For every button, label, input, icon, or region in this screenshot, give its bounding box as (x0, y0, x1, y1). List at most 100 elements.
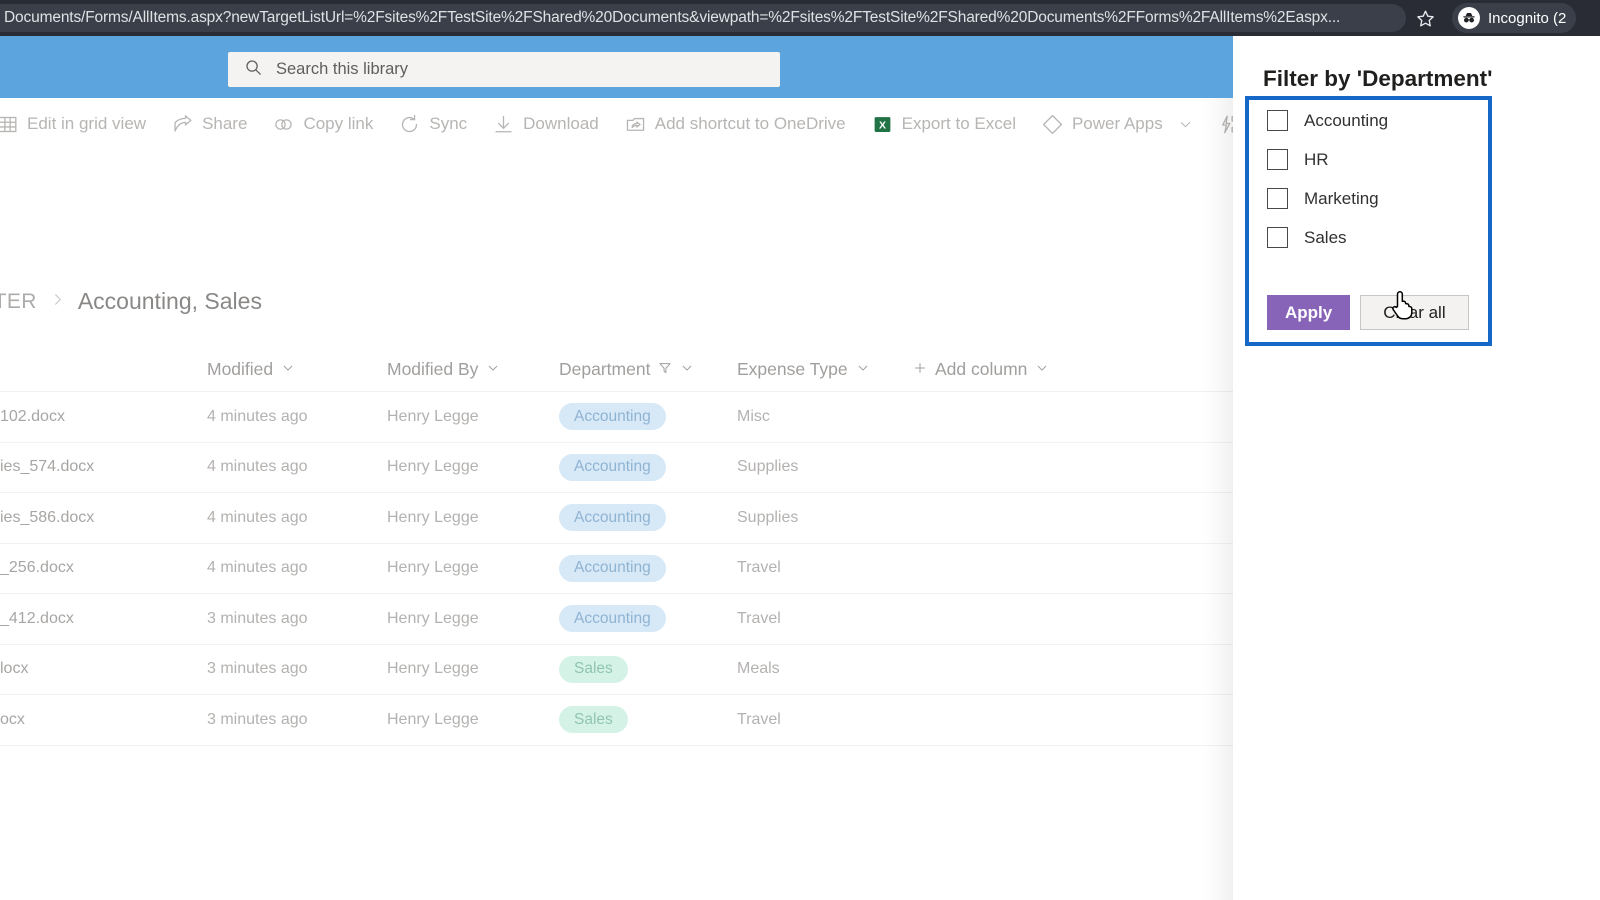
cell-expense-type: Travel (737, 559, 781, 577)
chevron-down-icon[interactable] (680, 359, 694, 380)
column-header-modified-by[interactable]: Modified By (387, 359, 559, 380)
chevron-down-icon[interactable] (1178, 117, 1193, 132)
table-row[interactable]: locx 3 minutes ago Henry Legge Sales Meals (0, 645, 1233, 695)
filter-panel-actions: Apply Clear all (1267, 295, 1469, 330)
chevron-down-icon[interactable] (486, 359, 500, 380)
cell-modified: 4 minutes ago (207, 407, 308, 425)
sync-icon (399, 114, 420, 135)
search-icon (244, 58, 263, 82)
table-header-row: Modified Modified By Department Expense … (0, 348, 1233, 392)
filter-option-label: Marketing (1304, 188, 1379, 208)
breadcrumb-root[interactable]: ETTER (0, 290, 37, 314)
cell-file-name[interactable]: 102.docx (0, 408, 207, 426)
column-header-modified[interactable]: Modified (207, 359, 387, 380)
toolbar-power-apps[interactable]: Power Apps (1029, 104, 1206, 144)
table-row[interactable]: ies_574.docx 4 minutes ago Henry Legge Acco… (0, 443, 1233, 493)
column-label: Modified (207, 359, 274, 379)
cell-expense-type: Misc (737, 407, 770, 425)
filter-option-accounting[interactable]: Accounting (1267, 110, 1388, 131)
chevron-down-icon[interactable] (856, 359, 870, 380)
breadcrumb: ETTER Accounting, Sales (0, 288, 262, 315)
column-label: Expense Type (737, 359, 848, 379)
apply-button[interactable]: Apply (1267, 295, 1351, 330)
toolbar-share[interactable]: Share (159, 104, 260, 144)
cell-modified-by: Henry Legge (387, 710, 479, 728)
cell-department: Accounting (559, 554, 737, 582)
cell-expense-type: Travel (737, 710, 781, 728)
cell-modified: 4 minutes ago (207, 458, 308, 476)
filter-funnel-icon[interactable] (658, 359, 672, 380)
cell-file-name[interactable]: ies_586.docx (0, 509, 207, 527)
cell-modified-by: Henry Legge (387, 458, 479, 476)
toolbar-label: Share (202, 114, 248, 133)
filter-option-label: Accounting (1304, 110, 1389, 130)
cell-department: Accounting (559, 605, 737, 633)
toolbar-download[interactable]: Download (480, 104, 612, 144)
cell-modified: 3 minutes ago (207, 660, 308, 678)
cell-modified: 3 minutes ago (207, 609, 308, 627)
chevron-down-icon[interactable] (1035, 359, 1049, 380)
checkbox-icon[interactable] (1267, 188, 1288, 209)
checkbox-icon[interactable] (1267, 110, 1288, 131)
address-bar-url: Documents/Forms/AllItems.aspx?newTargetL… (4, 9, 1341, 26)
department-pill: Accounting (559, 453, 666, 481)
cell-file-name[interactable]: locx (0, 660, 207, 678)
toolbar-add-shortcut-to-onedrive[interactable]: Add shortcut to OneDrive (612, 104, 859, 144)
cell-department: Accounting (559, 403, 737, 431)
filter-option-marketing[interactable]: Marketing (1267, 188, 1388, 209)
browser-toolbar: Documents/Forms/AllItems.aspx?newTargetL… (0, 0, 1600, 36)
address-bar[interactable]: Documents/Forms/AllItems.aspx?newTargetL… (0, 4, 1406, 32)
toolbar-label: Sync (429, 114, 468, 133)
department-pill: Accounting (559, 403, 666, 431)
table-row[interactable]: ocx 3 minutes ago Henry Legge Sales Travel (0, 695, 1233, 746)
toolbar-edit-in-grid-view[interactable]: Edit in grid view (0, 104, 159, 144)
incognito-label: Incognito (2 (1488, 9, 1567, 27)
toolbar-copy-link[interactable]: Copy link (260, 104, 386, 144)
column-label: Department (559, 359, 651, 379)
toolbar-sync[interactable]: Sync (386, 104, 480, 144)
clear-all-button[interactable]: Clear all (1360, 295, 1469, 330)
cell-file-name[interactable]: ies_574.docx (0, 458, 207, 476)
toolbar-export-to-excel[interactable]: X Export to Excel (859, 104, 1029, 144)
cell-expense-type: Travel (737, 609, 781, 627)
department-pill: Accounting (559, 504, 666, 532)
excel-icon: X (872, 114, 893, 135)
table-row[interactable]: _256.docx 4 minutes ago Henry Legge Account… (0, 544, 1233, 594)
download-icon (493, 114, 514, 135)
cell-department: Accounting (559, 504, 737, 532)
bookmark-star-icon[interactable] (1412, 6, 1438, 30)
cell-modified: 4 minutes ago (207, 508, 308, 526)
grid-icon (0, 114, 18, 135)
table-body: 102.docx 4 minutes ago Henry Legge Accounti… (0, 392, 1233, 746)
department-pill: Accounting (559, 554, 666, 582)
column-header-department[interactable]: Department (559, 359, 737, 380)
table-row[interactable]: _412.docx 3 minutes ago Henry Legge Account… (0, 594, 1233, 645)
search-input[interactable]: Search this library (228, 52, 780, 87)
chevron-down-icon[interactable] (281, 359, 295, 380)
toolbar-label: Power Apps (1071, 114, 1163, 133)
cell-modified-by: Henry Legge (387, 559, 479, 577)
cell-file-name[interactable]: ocx (0, 711, 207, 729)
cell-modified-by: Henry Legge (387, 609, 479, 627)
toolbar-label: Edit in grid view (27, 114, 147, 133)
chevron-right-icon (50, 292, 65, 312)
cell-department: Accounting (559, 453, 737, 481)
column-header-add-column[interactable]: Add column (913, 359, 1113, 380)
cell-department: Sales (559, 655, 737, 683)
table-row[interactable]: ies_586.docx 4 minutes ago Henry Legge Acco… (0, 493, 1233, 544)
checkbox-icon[interactable] (1267, 149, 1288, 170)
checkbox-icon[interactable] (1267, 227, 1288, 248)
cell-modified: 4 minutes ago (207, 559, 308, 577)
toolbar-label: Copy link (303, 114, 374, 133)
filter-option-sales[interactable]: Sales (1267, 227, 1388, 248)
cell-file-name[interactable]: _412.docx (0, 610, 207, 628)
filter-panel: Filter by 'Department' Accounting HR Marke… (1233, 36, 1600, 900)
table-row[interactable]: 102.docx 4 minutes ago Henry Legge Accounti… (0, 392, 1233, 443)
filter-option-hr[interactable]: HR (1267, 149, 1388, 170)
link-icon (273, 114, 294, 135)
documents-table: Modified Modified By Department Expense … (0, 348, 1233, 746)
department-pill: Accounting (559, 605, 666, 633)
column-header-expense-type[interactable]: Expense Type (737, 359, 913, 380)
incognito-profile-chip[interactable]: Incognito (2 (1452, 3, 1577, 33)
cell-file-name[interactable]: _256.docx (0, 559, 207, 577)
